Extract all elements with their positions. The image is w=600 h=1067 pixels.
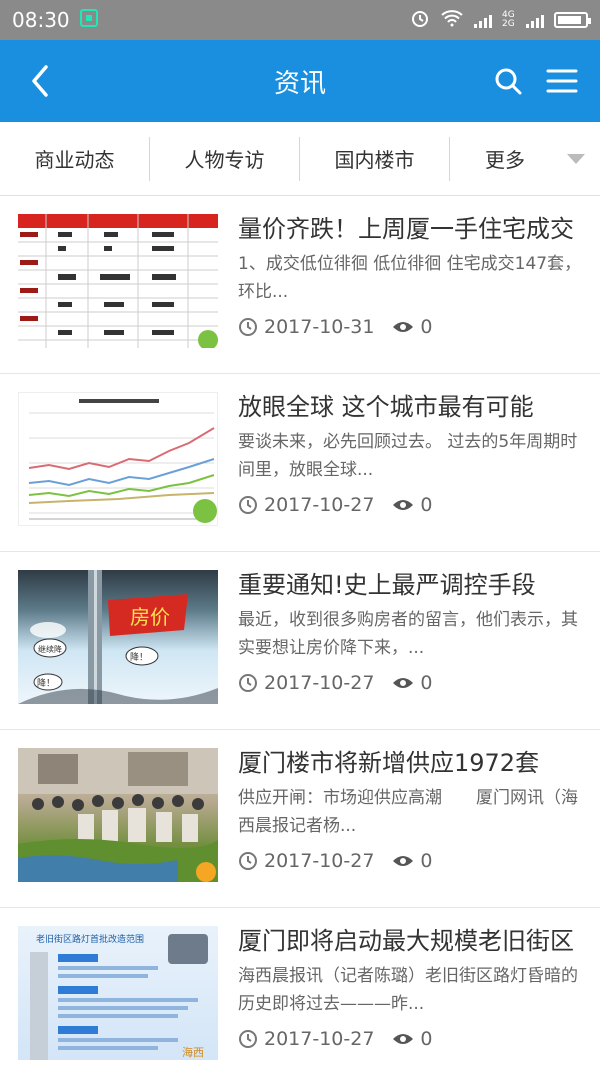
news-date: 2017-10-27 <box>264 850 375 872</box>
news-summary: 供应开闸：市场迎供应高潮 厦门网讯（海西晨报记者杨... <box>238 788 578 836</box>
tab-interviews[interactable]: 人物专访 <box>150 136 300 181</box>
news-thumbnail: 房价 继续降 降！ 降！ <box>18 570 218 704</box>
back-button[interactable] <box>0 40 80 122</box>
clock-icon <box>239 1030 257 1048</box>
chevron-left-icon <box>32 65 48 97</box>
screenshot-icon <box>79 8 98 32</box>
battery-icon <box>554 12 591 28</box>
view-count: 0 <box>420 1028 433 1050</box>
status-bar: 08:30 4G 2G <box>0 0 600 40</box>
news-date: 2017-10-27 <box>264 494 375 516</box>
news-thumbnail <box>18 214 218 348</box>
view-count: 0 <box>420 316 433 338</box>
search-icon <box>495 68 522 95</box>
news-thumbnail <box>18 392 218 526</box>
view-count: 0 <box>420 850 433 872</box>
search-button[interactable] <box>490 63 526 99</box>
news-date: 2017-10-31 <box>264 316 375 338</box>
infographic-logo: 海西 <box>182 1045 204 1059</box>
tab-more[interactable]: 更多 <box>450 137 600 181</box>
bubble-text-3: 降！ <box>37 677 55 689</box>
clock-icon <box>239 318 257 336</box>
eye-icon <box>393 678 414 688</box>
news-title: 放眼全球 这个城市最有可能 <box>238 393 534 421</box>
dropdown-arrow-icon <box>567 153 585 164</box>
news-item[interactable]: 厦门楼市将新增供应1972套 供应开闸：市场迎供应高潮 厦门网讯（海西晨报记者杨… <box>0 730 600 908</box>
eye-icon <box>393 856 414 866</box>
menu-icon <box>546 69 578 93</box>
infographic-title: 老旧街区路灯首批改造范围 <box>36 933 144 945</box>
news-summary: 要谈未来，必先回顾过去。 过去的5年周期时间里，放眼全球... <box>238 432 578 480</box>
network-label: 4G 2G <box>502 10 515 29</box>
eye-icon <box>393 1034 414 1044</box>
eye-icon <box>393 500 414 510</box>
clock-icon <box>239 496 257 514</box>
news-summary: 1、成交低位徘徊 低位徘徊 住宅成交147套，环比... <box>238 254 582 302</box>
news-date: 2017-10-27 <box>264 672 375 694</box>
news-title: 厦门楼市将新增供应1972套 <box>238 749 540 777</box>
news-item[interactable]: 放眼全球 这个城市最有可能 要谈未来，必先回顾过去。 过去的5年周期时间里，放眼… <box>0 374 600 552</box>
wifi-icon <box>440 9 464 31</box>
tab-more-label: 更多 <box>485 148 525 172</box>
news-title: 量价齐跌！上周厦一手住宅成交 <box>238 215 574 243</box>
signal-icon-2 <box>526 12 544 28</box>
news-item[interactable]: 量价齐跌！上周厦一手住宅成交 1、成交低位徘徊 低位徘徊 住宅成交147套，环比… <box>0 196 600 374</box>
status-time: 08:30 <box>12 8 70 32</box>
clock-icon <box>239 852 257 870</box>
news-list: 量价齐跌！上周厦一手住宅成交 1、成交低位徘徊 低位徘徊 住宅成交147套，环比… <box>0 196 600 1067</box>
view-count: 0 <box>420 672 433 694</box>
signal-icon <box>474 12 492 28</box>
news-item[interactable]: 老旧街区路灯首批改造范围 海西 厦门即将启动最大规模老旧街区 海西晨报讯（记者陈… <box>0 908 600 1067</box>
bubble-text-1: 继续降 <box>38 644 62 654</box>
clock-icon <box>239 674 257 692</box>
tab-business-news[interactable]: 商业动态 <box>0 136 150 181</box>
news-summary: 最近，收到很多购房者的留言，他们表示，其实要想让房价降下来，... <box>238 610 578 658</box>
news-date: 2017-10-27 <box>264 1028 375 1050</box>
news-summary: 海西晨报讯（记者陈璐）老旧街区路灯昏暗的历史即将过去———昨... <box>238 966 578 1014</box>
news-thumbnail: 老旧街区路灯首批改造范围 海西 <box>18 926 218 1060</box>
news-item[interactable]: 房价 继续降 降！ 降！ 重要通知!史上最严调控手段 最近，收到很多购房者的留言… <box>0 552 600 730</box>
eye-icon <box>393 322 414 332</box>
tab-domestic-property[interactable]: 国内楼市 <box>300 136 450 181</box>
news-thumbnail <box>18 748 218 882</box>
category-tabs: 商业动态 人物专访 国内楼市 更多 <box>0 122 600 196</box>
menu-button[interactable] <box>544 63 580 99</box>
app-bar: 资讯 <box>0 40 600 122</box>
bubble-text-2: 降！ <box>130 651 148 663</box>
news-title: 重要通知!史上最严调控手段 <box>238 571 536 599</box>
flag-text: 房价 <box>130 605 170 629</box>
alarm-icon <box>410 8 430 32</box>
news-title: 厦门即将启动最大规模老旧街区 <box>238 927 574 955</box>
view-count: 0 <box>420 494 433 516</box>
